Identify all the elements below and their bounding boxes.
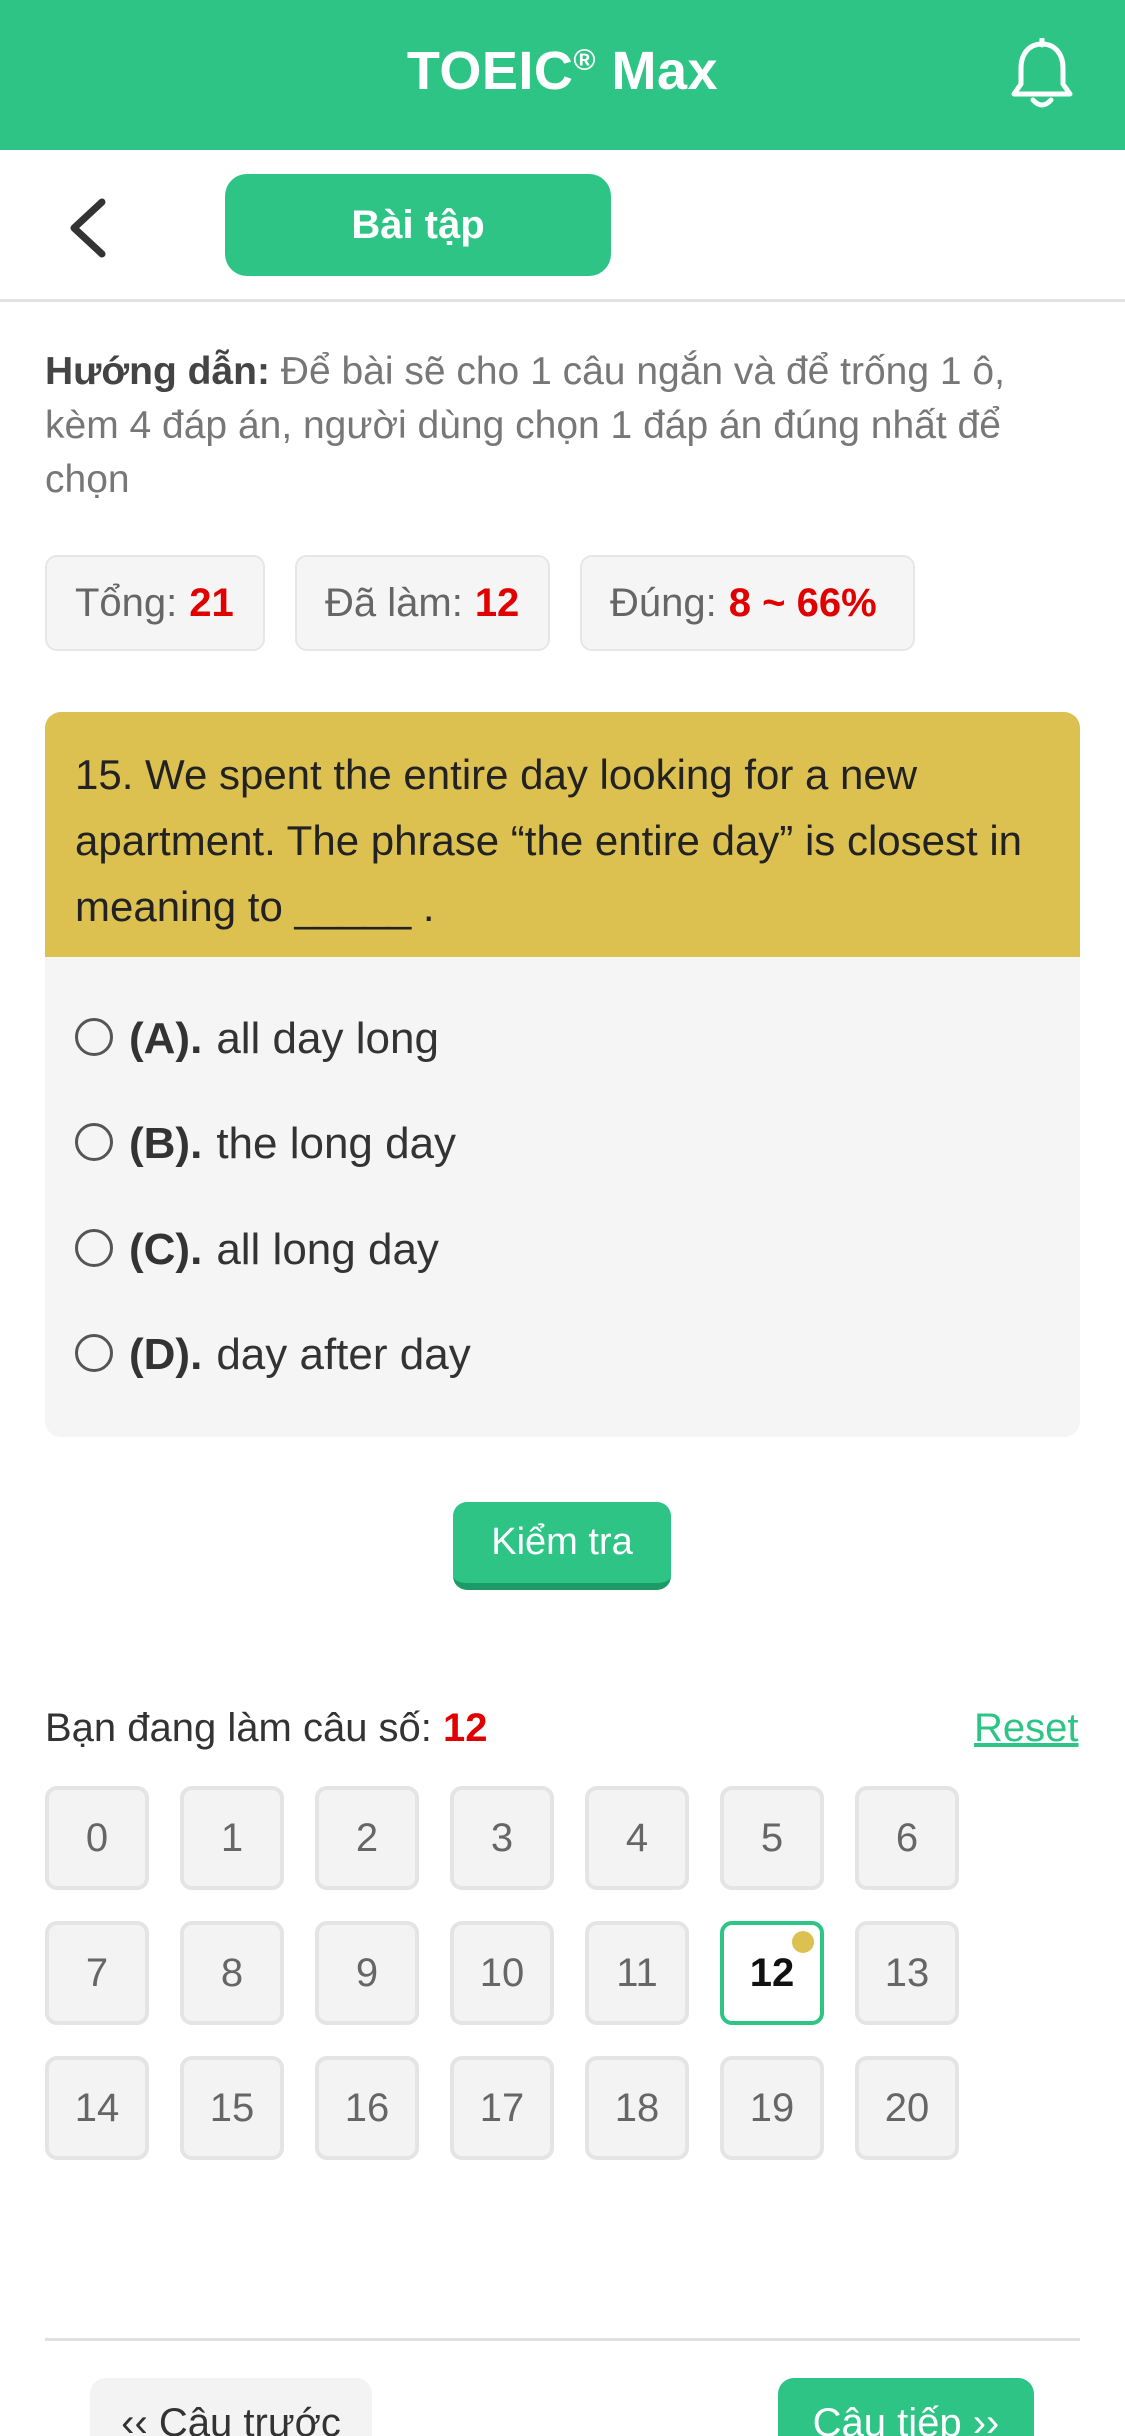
- question-number-label: 2: [355, 1816, 379, 1860]
- prev-question-button[interactable]: ‹‹ Câu trước: [90, 2378, 372, 2436]
- question-number-14[interactable]: 14: [45, 2056, 149, 2160]
- question-number-11[interactable]: 11: [585, 1921, 689, 2025]
- question-number-label: 12: [749, 1951, 795, 1995]
- question-number-5[interactable]: 5: [720, 1786, 824, 1890]
- bell-icon[interactable]: [1007, 38, 1077, 112]
- check-button[interactable]: Kiểm tra: [453, 1502, 671, 1590]
- question-number-label: 8: [220, 1951, 244, 1995]
- option-c[interactable]: (C). all long day: [75, 1215, 439, 1285]
- stat-correct: Đúng: 8 ~ 66%: [580, 555, 915, 651]
- current-indicator-dot: [792, 1931, 814, 1953]
- question-number-20[interactable]: 20: [855, 2056, 959, 2160]
- question-number-label: 7: [85, 1951, 109, 1995]
- question-number-label: 15: [209, 2086, 255, 2130]
- question-number-label: 5: [760, 1816, 784, 1860]
- question-number-4[interactable]: 4: [585, 1786, 689, 1890]
- radio-icon[interactable]: [75, 1229, 113, 1268]
- question-number-label: 6: [895, 1816, 919, 1860]
- question-number-label: 19: [749, 2086, 795, 2130]
- app-title: TOEIC® Max: [406, 41, 719, 101]
- divider: [45, 2338, 1080, 2341]
- question-number-label: 4: [625, 1816, 649, 1860]
- question-number-19[interactable]: 19: [720, 2056, 824, 2160]
- question-number-label: 9: [355, 1951, 379, 1995]
- question-number-label: 3: [490, 1816, 514, 1860]
- question-number-label: 11: [616, 1951, 658, 1995]
- reset-link[interactable]: Reset: [974, 1700, 1079, 1756]
- question-number-6[interactable]: 6: [855, 1786, 959, 1890]
- current-question-label: Bạn đang làm câu số: 12: [45, 1706, 488, 1750]
- question-number-15[interactable]: 15: [180, 2056, 284, 2160]
- question-number-12[interactable]: 12: [720, 1921, 824, 2025]
- radio-icon[interactable]: [75, 1018, 113, 1057]
- stat-total: Tổng: 21: [45, 555, 265, 651]
- app-header: TOEIC® Max: [0, 0, 1125, 150]
- question-number-10[interactable]: 10: [450, 1921, 554, 2025]
- question-number-8[interactable]: 8: [180, 1921, 284, 2025]
- next-question-button[interactable]: Câu tiếp ››: [778, 2378, 1034, 2436]
- question-number-label: 20: [884, 2086, 930, 2130]
- question-number-label: 18: [614, 2086, 660, 2130]
- option-a[interactable]: (A). all day long: [75, 1004, 439, 1074]
- question-number-3[interactable]: 3: [450, 1786, 554, 1890]
- question-number-label: 13: [884, 1951, 930, 1995]
- question-number-0[interactable]: 0: [45, 1786, 149, 1890]
- question-number-1[interactable]: 1: [180, 1786, 284, 1890]
- question-card: 15. We spent the entire day looking for …: [45, 712, 1080, 1437]
- question-number-9[interactable]: 9: [315, 1921, 419, 2025]
- question-number-7[interactable]: 7: [45, 1921, 149, 2025]
- question-number-18[interactable]: 18: [585, 2056, 689, 2160]
- radio-icon[interactable]: [75, 1334, 113, 1373]
- question-number-label: 17: [479, 2086, 525, 2130]
- question-number-label: 1: [220, 1816, 244, 1860]
- sub-toolbar: Bài tập: [0, 150, 1125, 302]
- option-d[interactable]: (D). day after day: [75, 1320, 471, 1390]
- stat-done: Đã làm: 12: [295, 555, 550, 651]
- question-number-13[interactable]: 13: [855, 1921, 959, 2025]
- question-text: 15. We spent the entire day looking for …: [45, 712, 1080, 957]
- question-number-label: 16: [344, 2086, 390, 2130]
- question-number-label: 14: [74, 2086, 120, 2130]
- question-number-16[interactable]: 16: [315, 2056, 419, 2160]
- radio-icon[interactable]: [75, 1123, 113, 1162]
- question-number-label: 10: [479, 1951, 525, 1995]
- question-number-2[interactable]: 2: [315, 1786, 419, 1890]
- option-b[interactable]: (B). the long day: [75, 1109, 456, 1179]
- question-number-17[interactable]: 17: [450, 2056, 554, 2160]
- question-number-label: 0: [85, 1816, 109, 1860]
- back-icon[interactable]: [62, 196, 122, 260]
- instruction-text: Hướng dẫn: Để bài sẽ cho 1 câu ngắn và đ…: [45, 350, 1005, 501]
- tab-exercises[interactable]: Bài tập: [225, 174, 611, 276]
